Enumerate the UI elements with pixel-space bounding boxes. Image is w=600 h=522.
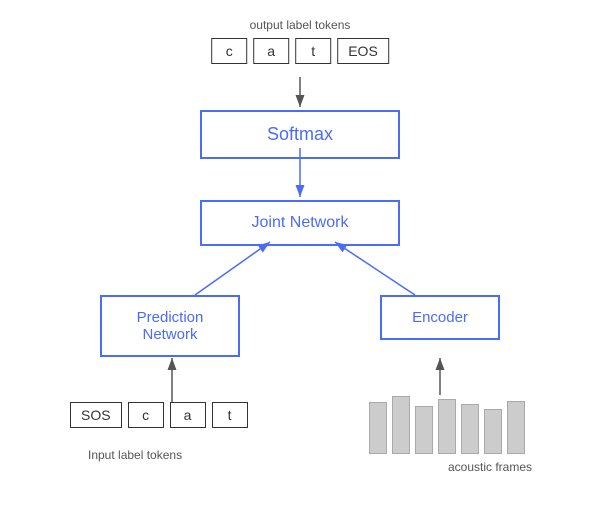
- encoder-box: Encoder: [380, 295, 500, 340]
- output-tokens-row: c a t EOS: [211, 38, 389, 64]
- acoustic-bar-5: [461, 404, 479, 454]
- input-tokens-row: SOS c a t: [70, 402, 248, 428]
- acoustic-bar-3: [415, 406, 433, 454]
- input-label-text: Input label tokens: [88, 448, 182, 462]
- softmax-box: Softmax: [200, 110, 400, 159]
- acoustic-bar-6: [484, 409, 502, 454]
- diagram: { "output_label_text": "output label tok…: [0, 0, 600, 522]
- input-token-t: t: [212, 402, 248, 428]
- prediction-network-box: Prediction Network: [100, 295, 240, 357]
- acoustic-bar-7: [507, 401, 525, 454]
- acoustic-bar-2: [392, 396, 410, 454]
- output-label-text: output label tokens: [250, 18, 351, 32]
- arrow-encoder-to-joint: [335, 242, 415, 295]
- output-token-t: t: [295, 38, 331, 64]
- joint-network-box: Joint Network: [200, 200, 400, 246]
- output-token-eos: EOS: [337, 38, 389, 64]
- output-token-c: c: [211, 38, 247, 64]
- input-token-c: c: [128, 402, 164, 428]
- acoustic-bar-1: [369, 402, 387, 454]
- arrow-prediction-to-joint: [195, 242, 270, 295]
- input-token-a: a: [170, 402, 206, 428]
- acoustic-frames: [369, 396, 525, 454]
- input-token-sos: SOS: [70, 402, 122, 428]
- output-token-a: a: [253, 38, 289, 64]
- acoustic-label-text: acoustic frames: [448, 460, 532, 474]
- acoustic-bar-4: [438, 399, 456, 454]
